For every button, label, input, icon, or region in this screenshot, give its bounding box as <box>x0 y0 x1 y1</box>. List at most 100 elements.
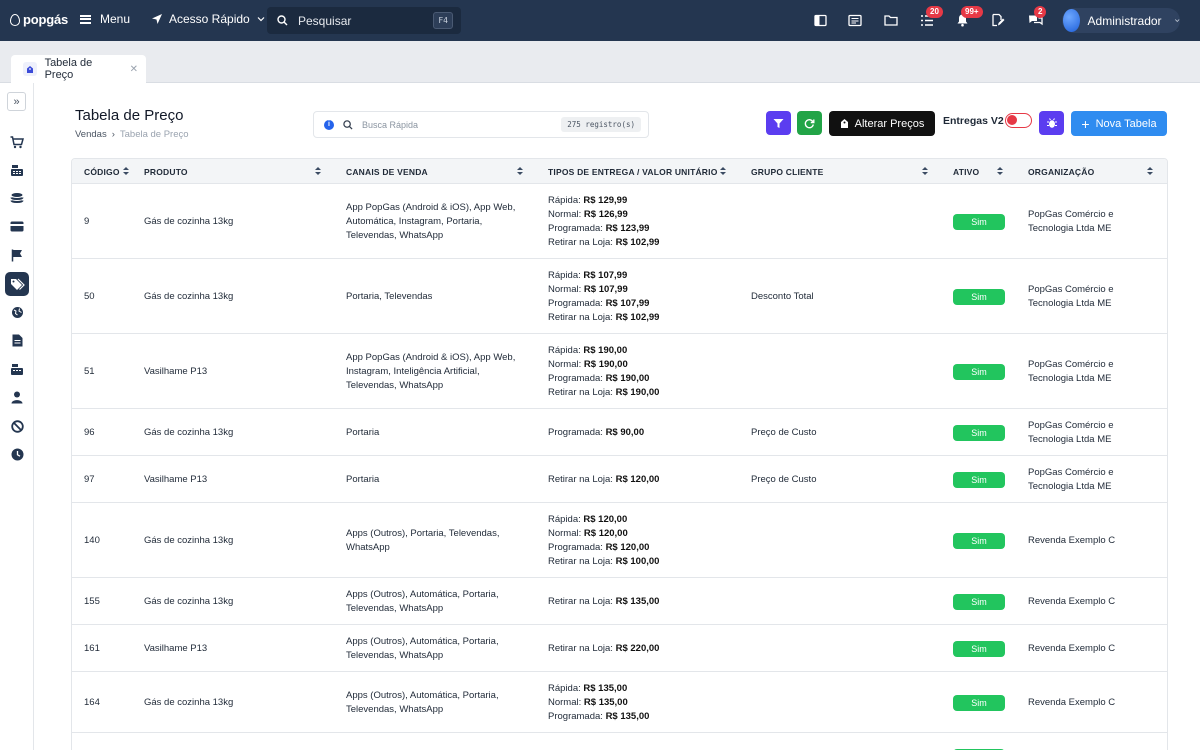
deliveries-v2-toggle[interactable] <box>1005 113 1032 128</box>
sort-icon[interactable] <box>123 167 129 176</box>
user-icon <box>11 391 23 403</box>
refresh-button[interactable] <box>797 111 822 135</box>
sort-icon[interactable] <box>1147 167 1153 176</box>
sidebar-item-coins[interactable] <box>5 186 29 210</box>
sidebar-item-flag[interactable] <box>5 243 29 267</box>
status-badge[interactable]: Sim <box>953 424 1005 441</box>
header-col-tipos-entrega[interactable]: TIPOS DE ENTREGA / VALOR UNITÁRIO <box>548 159 718 184</box>
folder-icon[interactable] <box>883 12 899 28</box>
unit-price: R$ 190,00 <box>605 372 650 384</box>
sidebar-item-cash-register[interactable] <box>5 158 29 182</box>
header-col-ativo[interactable]: ATIVO <box>953 159 979 184</box>
channels-line: Televendas, WhatsApp <box>346 379 444 391</box>
sort-icon[interactable] <box>997 167 1003 176</box>
table-row[interactable]: 155 Gás de cozinha 13kg Apps (Outros), Aut… <box>72 578 1167 625</box>
sidebar-item-user[interactable] <box>5 385 29 409</box>
table-row[interactable]: 51 Vasilhame P13 App PopGas (Android & iOS… <box>72 334 1167 409</box>
status-badge[interactable]: Sim <box>953 593 1005 610</box>
cell-product: Gás de cozinha 13kg <box>144 696 234 708</box>
new-table-label: Nova Tabela <box>1095 117 1157 130</box>
price-line: Rápida: R$ 135,00 <box>548 682 649 696</box>
cell-product: Gás de cozinha 13kg <box>144 534 234 546</box>
header-col-organizacao[interactable]: ORGANIZAÇÃO <box>1028 159 1094 184</box>
new-table-button[interactable]: + Nova Tabela <box>1071 111 1167 136</box>
delivery-type: Normal: <box>548 527 584 539</box>
sort-icon[interactable] <box>517 167 523 176</box>
table-row[interactable]: 169Gás de cozinha 13kgPortariaRetirar na… <box>72 733 1167 750</box>
unit-price: R$ 126,99 <box>583 208 628 220</box>
menu-button[interactable]: Menu <box>80 12 130 26</box>
cell-code: 161 <box>84 642 100 654</box>
organization-line: Tecnologia Ltda ME <box>1028 297 1112 309</box>
table-row[interactable]: 9 Gás de cozinha 13kg App PopGas (Android … <box>72 184 1167 259</box>
organization-line: PopGas Comércio e <box>1028 358 1114 370</box>
header-col-produto[interactable]: PRODUTO <box>144 159 188 184</box>
table-row[interactable]: 96 Gás de cozinha 13kg Portaria Programada:… <box>72 409 1167 456</box>
delivery-type: Normal: <box>548 208 584 220</box>
sidebar-item-history[interactable] <box>5 442 29 466</box>
sidebar-item-document[interactable] <box>5 328 29 352</box>
header-col-codigo[interactable]: CÓDIGO <box>84 159 120 184</box>
breadcrumb-item[interactable]: Vendas <box>75 129 107 140</box>
filter-button[interactable] <box>766 111 791 135</box>
sort-icon[interactable] <box>315 167 321 176</box>
edit-document-icon[interactable] <box>990 12 1006 28</box>
sort-icon[interactable] <box>720 167 726 176</box>
delivery-type: Normal: <box>548 283 584 295</box>
cell-code: 97 <box>84 473 95 485</box>
channels-line: Automática, Instagram, Portaria, <box>346 215 483 227</box>
sidebar-item-price-tags[interactable] <box>5 272 29 296</box>
delivery-type: Rápida: <box>548 269 584 281</box>
sort-icon[interactable] <box>922 167 928 176</box>
sidebar-item-cart[interactable] <box>5 130 29 154</box>
global-search[interactable]: Pesquisar F4 <box>267 7 461 34</box>
sidebar-panel-icon[interactable] <box>812 12 828 28</box>
user-menu[interactable]: Administrador <box>1062 8 1180 33</box>
table-row[interactable]: 97 Vasilhame P13 Portaria Retirar na Loja: … <box>72 456 1167 503</box>
status-badge[interactable]: Sim <box>953 640 1005 657</box>
sidebar-item-register[interactable] <box>5 357 29 381</box>
cell-channels: Apps (Outros), Automática, Portaria, Tele… <box>346 689 499 717</box>
header-col-grupo-cliente[interactable]: GRUPO CLIENTE <box>751 159 824 184</box>
status-badge[interactable]: Sim <box>953 363 1005 380</box>
unit-price: R$ 120,00 <box>583 527 628 539</box>
cell-product: Gás de cozinha 13kg <box>144 215 234 227</box>
newspaper-icon[interactable] <box>847 12 863 28</box>
table-row[interactable]: 140 Gás de cozinha 13kg Apps (Outros), Por… <box>72 503 1167 578</box>
table-row[interactable]: 50 Gás de cozinha 13kg Portaria, Televenda… <box>72 259 1167 334</box>
status-badge[interactable]: Sim <box>953 532 1005 549</box>
status-badge[interactable]: Sim <box>953 213 1005 230</box>
quick-search-input[interactable]: i Busca Rápida 275 registro(s) <box>313 111 649 138</box>
bell-icon[interactable]: 99+ <box>954 6 983 28</box>
cell-organization: PopGas Comércio e Tecnologia Ltda ME <box>1028 419 1114 447</box>
sidebar-item-card[interactable] <box>5 214 29 238</box>
alter-prices-button[interactable]: Alterar Preços <box>829 111 935 136</box>
price-line: Normal: R$ 135,00 <box>548 696 649 710</box>
cell-product: Gás de cozinha 13kg <box>144 290 234 302</box>
tasks-icon[interactable]: 20 <box>919 6 943 28</box>
tab-tabela-de-preco[interactable]: Tabela de Preço ✕ <box>11 55 146 83</box>
messages-icon[interactable]: 2 <box>1027 6 1047 28</box>
sidebar-item-globe[interactable] <box>5 300 29 324</box>
status-badge[interactable]: Sim <box>953 288 1005 305</box>
cell-delivery-prices: Rápida: R$ 190,00 Normal: R$ 190,00 Progra… <box>548 344 659 400</box>
cell-code: 164 <box>84 696 100 708</box>
status-badge[interactable]: Sim <box>953 471 1005 488</box>
cell-product: Vasilhame P13 <box>144 642 208 654</box>
header-col-canais[interactable]: CANAIS DE VENDA <box>346 159 428 184</box>
table-row[interactable]: 161 Vasilhame P13 Apps (Outros), Automátic… <box>72 625 1167 672</box>
expand-sidebar-button[interactable]: » <box>7 92 26 111</box>
sidebar-item-blocked[interactable] <box>5 414 29 438</box>
quick-access-button[interactable]: Acesso Rápido <box>151 12 266 26</box>
logo-drop-icon <box>10 13 20 26</box>
bug-icon <box>1046 118 1057 128</box>
delivery-type: Normal: <box>548 358 584 370</box>
bug-report-button[interactable] <box>1039 111 1064 135</box>
table-row[interactable]: 164 Gás de cozinha 13kg Apps (Outros), Aut… <box>72 672 1167 733</box>
cell-delivery-prices: Retirar na Loja: R$ 220,00 <box>548 642 659 656</box>
delivery-type: Rápida: <box>548 194 584 206</box>
info-icon[interactable]: i <box>324 119 334 130</box>
close-icon[interactable]: ✕ <box>130 64 138 75</box>
app-logo[interactable]: popgás <box>10 12 68 27</box>
status-badge[interactable]: Sim <box>953 694 1005 711</box>
